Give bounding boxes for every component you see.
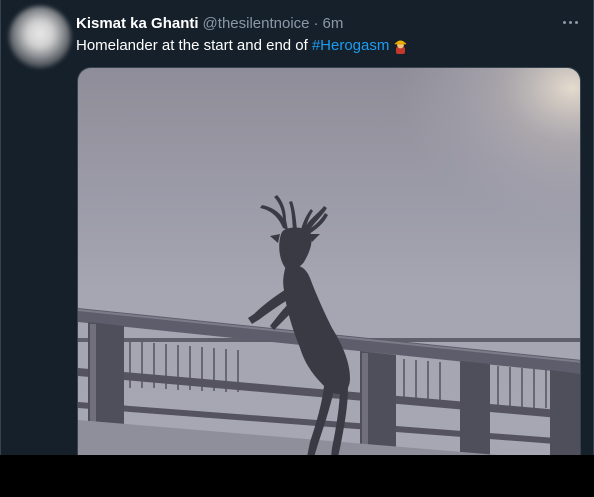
more-horizontal-icon[interactable] bbox=[559, 12, 581, 32]
avatar[interactable] bbox=[9, 6, 71, 68]
user-handle[interactable]: @thesilentnoice bbox=[203, 15, 310, 32]
deer-on-bridge-image bbox=[78, 68, 580, 455]
timestamp[interactable]: 6m bbox=[323, 15, 344, 32]
tweet-text: Homelander at the start and end of #Hero… bbox=[76, 37, 409, 54]
tweet-card[interactable]: Kismat ka Ghanti @thesilentnoice · 6m Ho… bbox=[0, 0, 594, 455]
hashtag-link[interactable]: #Herogasm bbox=[312, 37, 390, 54]
separator-dot: · bbox=[313, 14, 319, 32]
display-name[interactable]: Kismat ka Ghanti bbox=[76, 15, 199, 32]
tweet-media-image[interactable] bbox=[77, 67, 581, 455]
construction-worker-emoji bbox=[392, 37, 409, 54]
screenshot-frame: Kismat ka Ghanti @thesilentnoice · 6m Ho… bbox=[0, 0, 594, 497]
tweet-header: Kismat ka Ghanti @thesilentnoice · 6m bbox=[76, 14, 343, 32]
tweet-body: Homelander at the start and end of bbox=[76, 37, 308, 54]
